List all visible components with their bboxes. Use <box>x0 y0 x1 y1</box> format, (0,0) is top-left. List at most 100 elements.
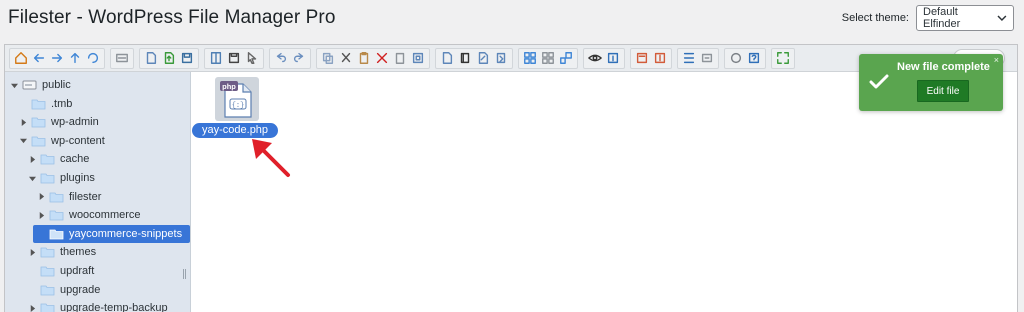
tree-item-label: wp-content <box>51 134 105 147</box>
folder-icon <box>40 284 55 296</box>
caret-right-icon[interactable] <box>28 155 36 163</box>
tree-item-filester[interactable]: filester <box>37 188 101 206</box>
tree-item-themes[interactable]: themes <box>28 243 96 261</box>
undo-icon[interactable] <box>273 50 289 66</box>
download-icon[interactable] <box>226 50 242 66</box>
notification-toast: × New file complete Edit file <box>859 54 1003 111</box>
preview-icon[interactable] <box>587 50 603 66</box>
help-icon[interactable] <box>746 50 762 66</box>
toolbar-group <box>139 47 199 69</box>
tree-item-label: yaycommerce-snippets <box>69 227 183 240</box>
caret-right-icon[interactable] <box>37 193 45 201</box>
folder-icon <box>40 246 55 258</box>
folder-open-icon <box>49 228 64 240</box>
extract-archive-icon[interactable] <box>652 50 668 66</box>
tree-item-public[interactable]: public <box>10 76 71 94</box>
tree-item-tmb[interactable]: .tmb <box>19 95 72 113</box>
empty-icon[interactable] <box>392 50 408 66</box>
tree-item-woocommerce[interactable]: woocommerce <box>37 206 141 224</box>
archive-icon[interactable] <box>634 50 650 66</box>
toolbar-group <box>724 47 766 69</box>
toolbar-group <box>204 47 264 69</box>
php-file-icon[interactable]: php {:} <box>215 77 259 121</box>
toolbar-group <box>630 47 672 69</box>
toolbar-group <box>435 47 513 69</box>
folder-icon <box>49 191 64 203</box>
redo-icon[interactable] <box>291 50 307 66</box>
info-icon[interactable] <box>605 50 621 66</box>
home-icon[interactable] <box>13 50 29 66</box>
reload-icon[interactable] <box>85 50 101 66</box>
folder-icon <box>31 135 46 147</box>
caret-down-icon[interactable] <box>28 174 36 182</box>
tree-item-label: themes <box>60 246 97 259</box>
select-icon[interactable] <box>244 50 260 66</box>
view-icons-icon[interactable] <box>522 50 538 66</box>
svg-text:{:}: {:} <box>232 102 245 110</box>
caret-down-icon[interactable] <box>19 137 27 145</box>
extract-icon[interactable] <box>493 50 509 66</box>
tree-item-label: updraft <box>60 265 95 277</box>
copy-icon[interactable] <box>320 50 336 66</box>
tree-item-label: upgrade <box>60 283 101 296</box>
delete-icon[interactable] <box>374 50 390 66</box>
upload-icon[interactable] <box>161 50 177 66</box>
cut-icon[interactable] <box>338 50 354 66</box>
tree-item-plugins[interactable]: plugins <box>28 169 95 187</box>
caret-right-icon[interactable] <box>19 118 27 126</box>
folder-icon <box>40 265 55 277</box>
sort-icon[interactable] <box>558 50 574 66</box>
tree-item-wp-admin[interactable]: wp-admin <box>19 113 99 131</box>
fullscreen-icon[interactable] <box>775 50 791 66</box>
toolbar-group <box>110 47 134 69</box>
toolbar-group <box>771 47 795 69</box>
tree-item-yaycommerce-snippets[interactable]: yaycommerce-snippets <box>33 224 190 243</box>
tree-item-label: wp-admin <box>51 116 99 129</box>
tree-item-label: cache <box>60 153 90 166</box>
tree-item-upgrade-temp-backup[interactable]: upgrade-temp-backup <box>28 299 168 312</box>
edit-icon[interactable] <box>457 50 473 66</box>
tree-item-wp-content[interactable]: wp-content <box>19 132 105 150</box>
resize-icon[interactable] <box>475 50 491 66</box>
save-icon[interactable] <box>179 50 195 66</box>
theme-selector: Select theme: Default Elfinder <box>842 5 1014 31</box>
settings-icon[interactable] <box>728 50 744 66</box>
tree-item-label: upgrade-temp-backup <box>60 302 168 312</box>
folder-icon <box>40 172 55 184</box>
tree-item-upgrade[interactable]: upgrade <box>28 281 100 299</box>
view-list-icon[interactable] <box>540 50 556 66</box>
mkdir-icon[interactable] <box>114 50 130 66</box>
tree-item-label: woocommerce <box>69 209 141 222</box>
forward-icon[interactable] <box>49 50 65 66</box>
rename-icon[interactable] <box>439 50 455 66</box>
filester-page: Filester - WordPress File Manager Pro Se… <box>0 0 1024 312</box>
edit-file-button[interactable]: Edit file <box>917 80 969 102</box>
tree-item-updraft[interactable]: updraft <box>28 262 94 280</box>
annotation-arrow <box>252 139 290 177</box>
navbar-resize-handle[interactable] <box>183 269 186 279</box>
duplicate-icon[interactable] <box>410 50 426 66</box>
folder-icon <box>40 302 55 312</box>
toast-message: New file complete <box>897 61 990 73</box>
caret-right-icon[interactable] <box>28 248 36 256</box>
tree-item-cache[interactable]: cache <box>28 150 89 168</box>
toolbar-group <box>316 47 430 69</box>
caret-right-icon[interactable] <box>28 304 36 312</box>
caret-right-icon[interactable] <box>37 211 45 219</box>
back-icon[interactable] <box>31 50 47 66</box>
folder-icon <box>31 98 46 110</box>
netmount-icon[interactable] <box>699 50 715 66</box>
file-type-badge: php <box>222 82 236 91</box>
caret-down-icon[interactable] <box>10 81 18 89</box>
open-icon[interactable] <box>208 50 224 66</box>
paste-icon[interactable] <box>356 50 372 66</box>
places-icon[interactable] <box>681 50 697 66</box>
toast-close-button[interactable]: × <box>994 55 999 65</box>
theme-select[interactable]: Default Elfinder <box>916 5 1014 31</box>
tree-item-label: public <box>42 79 71 91</box>
tree-item-label: .tmb <box>51 97 73 110</box>
mkfile-icon[interactable] <box>143 50 159 66</box>
up-icon[interactable] <box>67 50 83 66</box>
